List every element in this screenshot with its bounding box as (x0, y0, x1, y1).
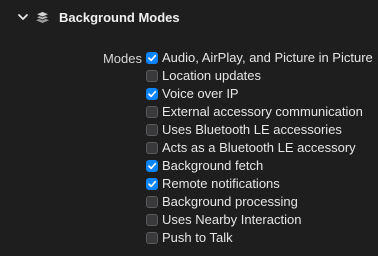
mode-option-label: Audio, AirPlay, and Picture in Picture (162, 50, 373, 65)
checkbox-unchecked[interactable] (146, 232, 158, 244)
mode-option[interactable]: Remote notifications (146, 175, 373, 193)
mode-option[interactable]: Location updates (146, 67, 373, 85)
mode-option-label: Acts as a Bluetooth LE accessory (162, 140, 356, 155)
mode-option-label: External accessory communication (162, 104, 363, 119)
checkbox-unchecked[interactable] (146, 214, 158, 226)
mode-option-label: Background processing (162, 194, 298, 209)
checkbox-unchecked[interactable] (146, 142, 158, 154)
checkbox-checked[interactable] (146, 160, 158, 172)
mode-option-label: Background fetch (162, 158, 264, 173)
mode-option[interactable]: Audio, AirPlay, and Picture in Picture (146, 49, 373, 67)
checkbox-unchecked[interactable] (146, 196, 158, 208)
mode-option-label: Location updates (162, 68, 262, 83)
mode-option[interactable]: Background fetch (146, 157, 373, 175)
mode-option[interactable]: Uses Bluetooth LE accessories (146, 121, 373, 139)
checkbox-unchecked[interactable] (146, 106, 158, 118)
mode-option[interactable]: Background processing (146, 193, 373, 211)
section-title: Background Modes (59, 10, 180, 25)
mode-option[interactable]: Voice over IP (146, 85, 373, 103)
checkbox-unchecked[interactable] (146, 70, 158, 82)
mode-option-label: Uses Bluetooth LE accessories (162, 122, 342, 137)
checkbox-checked[interactable] (146, 178, 158, 190)
checkbox-checked[interactable] (146, 88, 158, 100)
checkmark-icon (148, 180, 157, 188)
checkmark-icon (148, 90, 157, 98)
background-modes-header[interactable]: Background Modes (0, 0, 378, 36)
checkmark-icon (148, 54, 157, 62)
mode-option-label: Push to Talk (162, 230, 233, 245)
mode-option[interactable]: Uses Nearby Interaction (146, 211, 373, 229)
mode-option[interactable]: Acts as a Bluetooth LE accessory (146, 139, 373, 157)
mode-option-label: Voice over IP (162, 86, 239, 101)
mode-option-label: Remote notifications (162, 176, 280, 191)
mode-option-label: Uses Nearby Interaction (162, 212, 302, 227)
checkbox-checked[interactable] (146, 52, 158, 64)
checkbox-unchecked[interactable] (146, 124, 158, 136)
modes-label: Modes (102, 51, 142, 66)
modes-options-list: Audio, AirPlay, and Picture in Picture Lo… (146, 49, 373, 247)
mode-option[interactable]: External accessory communication (146, 103, 373, 121)
chevron-down-icon[interactable] (17, 11, 29, 23)
layers-icon (35, 11, 50, 23)
mode-option[interactable]: Push to Talk (146, 229, 373, 247)
checkmark-icon (148, 162, 157, 170)
